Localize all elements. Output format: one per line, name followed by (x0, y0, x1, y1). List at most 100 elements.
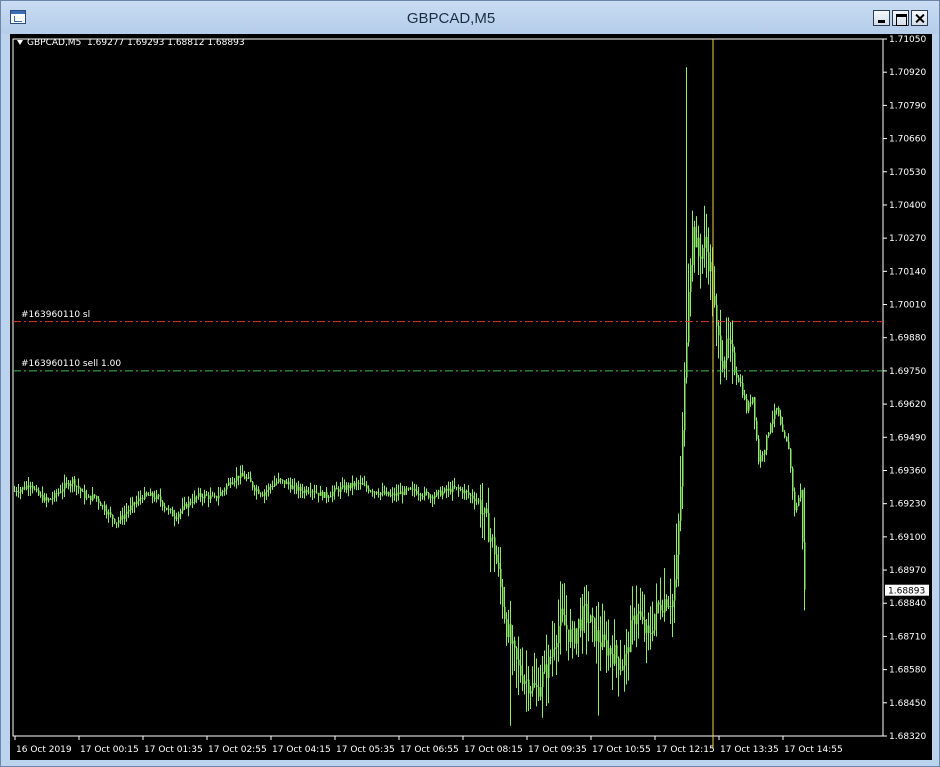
candle-body (52, 497, 54, 499)
candle-body (54, 493, 56, 498)
candle-body (428, 493, 430, 498)
y-tick-label: 1.69750 (889, 367, 926, 377)
candle-body (784, 431, 786, 437)
candle-body (700, 256, 702, 259)
y-tick-label: 1.70400 (889, 201, 926, 211)
y-tick-label: 1.70270 (889, 234, 926, 244)
candle-body (536, 685, 538, 688)
candle-body (676, 554, 678, 580)
candle-body (648, 625, 650, 633)
candle-body (430, 496, 432, 498)
candle-body (408, 488, 410, 490)
candle-body (18, 491, 20, 493)
x-tick-label: 17 Oct 02:55 (208, 745, 267, 755)
minimize-button[interactable] (873, 10, 890, 26)
candle-body (372, 491, 374, 493)
candle-body (318, 492, 320, 496)
candle-body (84, 490, 86, 499)
candle-body (312, 491, 314, 493)
candle-body (214, 495, 216, 497)
candle-body (364, 484, 366, 486)
candle-body (592, 615, 594, 618)
candle-body (252, 482, 254, 488)
y-tick-label: 1.70140 (889, 267, 926, 277)
candle-body (590, 615, 592, 622)
candle-body (486, 508, 488, 514)
candle-body (304, 489, 306, 494)
candle-body (542, 671, 544, 688)
candle-body (208, 495, 210, 499)
candle-body (644, 619, 646, 634)
candle-body (776, 407, 778, 411)
candle-body (232, 482, 234, 484)
close-button[interactable] (911, 10, 928, 26)
candle-body (370, 491, 372, 493)
candle-body (78, 486, 80, 489)
candle-body (672, 600, 674, 608)
candle-body (794, 491, 796, 511)
candle-body (436, 491, 438, 496)
candle-body (148, 494, 150, 496)
candle-body (572, 628, 574, 630)
candle-body (726, 338, 728, 361)
candle-body (268, 486, 270, 490)
candle-body (670, 606, 672, 608)
candle-body (762, 454, 764, 456)
candle-body (578, 619, 580, 629)
candle-body (562, 608, 564, 615)
price-chart[interactable]: 1.71050 1.70920 1.70790 1.70660 1.70530 1.704… (10, 34, 932, 760)
ohlc-open: 1.69277 (87, 38, 125, 48)
x-tick-label: 16 Oct 2019 (16, 745, 72, 755)
candle-body (280, 478, 282, 480)
y-tick-label: 1.68840 (889, 599, 926, 609)
candle-body (796, 505, 798, 511)
candle-body (774, 410, 776, 420)
y-tick-label: 1.70790 (889, 101, 926, 111)
title-bar[interactable]: GBPCAD,M5 (1, 1, 939, 34)
candle-body (82, 490, 84, 492)
candle-body (788, 441, 790, 450)
candle-body (422, 495, 424, 497)
candle-body (556, 643, 558, 648)
candle-body (44, 497, 46, 501)
candle-body (494, 537, 496, 555)
x-tick-label: 17 Oct 05:35 (336, 745, 395, 755)
candle-body (588, 621, 590, 623)
candle-body (350, 482, 352, 489)
sell-order-label[interactable]: #163960110 sell 1.00 (21, 359, 121, 369)
candle-body (624, 653, 626, 666)
candle-body (48, 498, 50, 501)
chart-info: GBPCAD,M5 1.69277 1.69293 1.68812 1.6889… (17, 38, 245, 48)
candle-body (360, 482, 362, 484)
candle-body (410, 488, 412, 490)
candle-body (80, 488, 82, 492)
candle-body (558, 625, 560, 644)
chart-area[interactable]: 1.71050 1.70920 1.70790 1.70660 1.70530 1.704… (10, 34, 932, 760)
stop-loss-label[interactable]: #163960110 sl (21, 310, 90, 320)
candle-body (202, 497, 204, 499)
candle-body (70, 483, 72, 487)
candle-body (684, 377, 686, 431)
candle-body (28, 485, 30, 488)
dropdown-triangle-icon[interactable] (17, 40, 23, 45)
candle-body (698, 237, 700, 257)
candle-body (456, 487, 458, 489)
candle-body (470, 494, 472, 496)
candle-body (500, 569, 502, 587)
candle-body (668, 606, 670, 608)
candle-body (482, 513, 484, 515)
candle-body (246, 477, 248, 479)
candle-body (218, 495, 220, 499)
candle-body (144, 492, 146, 499)
x-tick-label: 17 Oct 10:55 (592, 745, 651, 755)
candle-body (584, 604, 586, 606)
candle-body (768, 432, 770, 436)
candle-body (420, 494, 422, 496)
candle-body (652, 630, 654, 634)
candle-body (32, 485, 34, 489)
candle-body (706, 236, 708, 253)
maximize-button[interactable] (892, 10, 909, 26)
candle-body (386, 492, 388, 495)
candle-body (14, 490, 16, 492)
candle-body (504, 606, 506, 620)
